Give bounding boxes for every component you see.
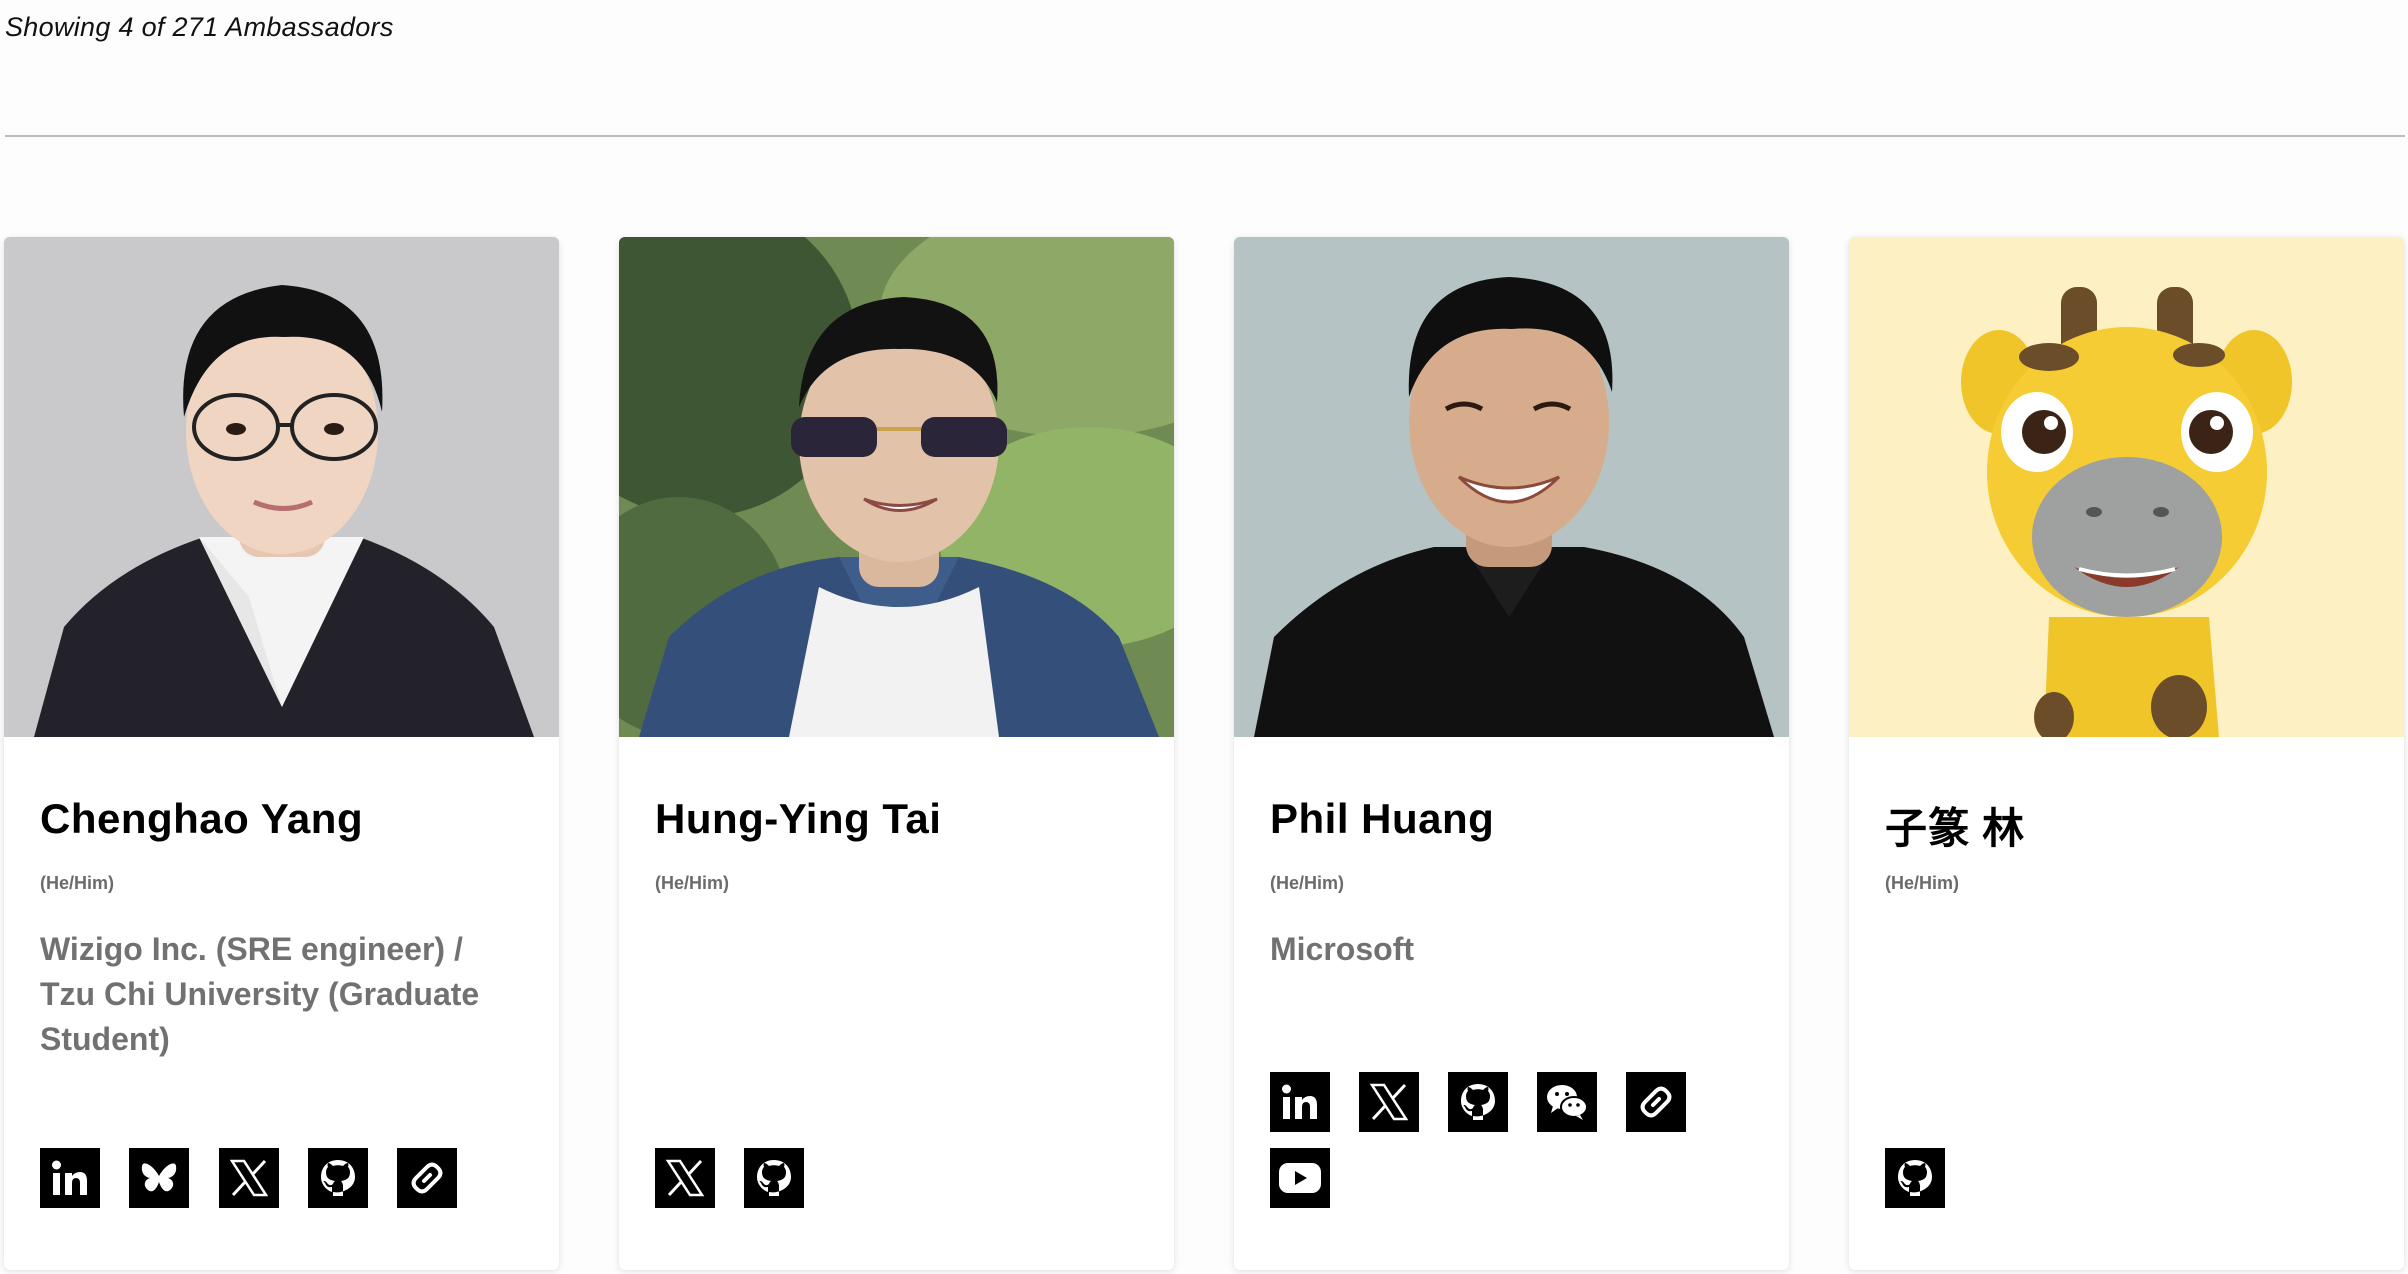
ambassador-photo <box>1849 237 2404 737</box>
github-icon[interactable] <box>1885 1148 1945 1208</box>
linkedin-icon[interactable] <box>40 1148 100 1208</box>
ambassador-name[interactable]: Hung-Ying Tai <box>655 795 941 843</box>
github-icon[interactable] <box>308 1148 368 1208</box>
ambassador-photo <box>619 237 1174 737</box>
ambassador-card[interactable]: 子篆 林 (He/Him) <box>1849 237 2404 1270</box>
ambassador-card[interactable]: Hung-Ying Tai (He/Him) <box>619 237 1174 1270</box>
github-icon[interactable] <box>744 1148 804 1208</box>
website-link-icon[interactable] <box>1626 1072 1686 1132</box>
x-icon[interactable] <box>1359 1072 1419 1132</box>
ambassador-name[interactable]: Phil Huang <box>1270 795 1494 843</box>
ambassador-pronouns: (He/Him) <box>1270 873 1345 893</box>
youtube-icon[interactable] <box>1270 1148 1330 1208</box>
ambassador-organization: Wizigo Inc. (SRE engineer) / Tzu Chi Uni… <box>40 931 480 1057</box>
ambassador-photo <box>4 237 559 737</box>
ambassador-photo <box>1234 237 1789 737</box>
ambassador-pronouns: (He/Him) <box>1885 873 1960 893</box>
x-icon[interactable] <box>219 1148 279 1208</box>
ambassador-card[interactable]: Phil Huang (He/Him) Microsoft <box>1234 237 1789 1270</box>
linkedin-icon[interactable] <box>1270 1072 1330 1132</box>
ambassador-pronouns: (He/Him) <box>655 873 730 893</box>
ambassador-grid: Chenghao Yang (He/Him) Wizigo Inc. (SRE … <box>4 237 2408 1274</box>
x-icon[interactable] <box>655 1148 715 1208</box>
wechat-icon[interactable] <box>1537 1072 1597 1132</box>
ambassador-pronouns: (He/Him) <box>40 873 115 893</box>
divider <box>5 135 2405 137</box>
ambassador-name[interactable]: Chenghao Yang <box>40 795 363 843</box>
github-icon[interactable] <box>1448 1072 1508 1132</box>
results-count: Showing 4 of 271 Ambassadors <box>5 12 394 42</box>
website-link-icon[interactable] <box>397 1148 457 1208</box>
ambassador-card[interactable]: Chenghao Yang (He/Him) Wizigo Inc. (SRE … <box>4 237 559 1270</box>
ambassador-organization: Microsoft <box>1270 931 1414 967</box>
ambassador-name[interactable]: 子篆 林 <box>1885 795 2025 856</box>
bluesky-icon[interactable] <box>129 1148 189 1208</box>
